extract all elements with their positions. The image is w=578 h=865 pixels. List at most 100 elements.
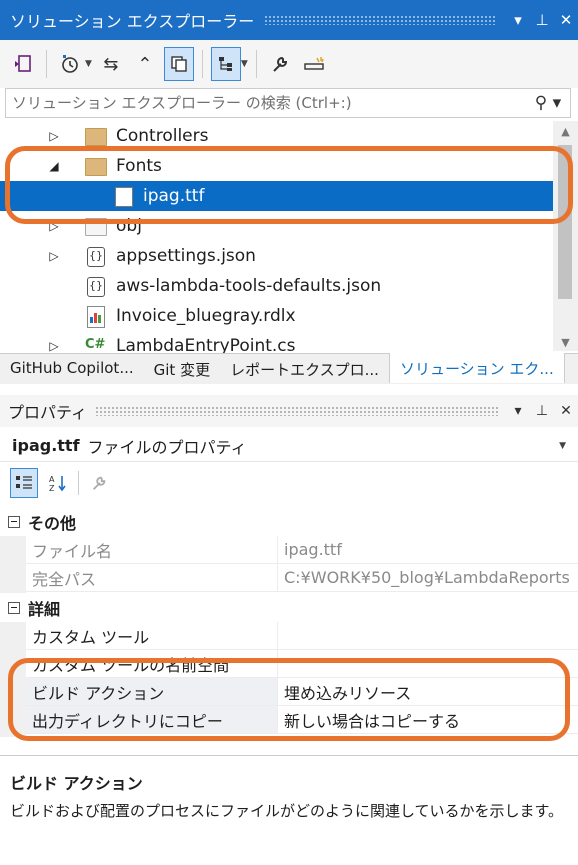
tree-item-invoice-rdlx[interactable]: Invoice_bluegray.rdlx: [0, 301, 553, 331]
property-row-copy-to-output[interactable]: 出力ディレクトリにコピー 新しい場合はコピーする: [26, 706, 578, 734]
sync-active-document-icon[interactable]: ⇆: [96, 47, 126, 81]
expand-arrow-icon[interactable]: ▷: [47, 339, 61, 353]
property-value[interactable]: C:¥WORK¥50_blog¥LambdaReports: [278, 564, 578, 591]
solution-explorer-title: ソリューション エクスプローラー: [10, 12, 255, 31]
expand-arrow-icon[interactable]: ▷: [47, 129, 61, 143]
json-file-icon: {}: [87, 247, 105, 267]
chevron-down-icon[interactable]: ▼: [559, 441, 566, 451]
categorized-icon[interactable]: [10, 468, 38, 498]
property-name: カスタム ツール: [26, 622, 278, 649]
folder-icon: [85, 158, 107, 176]
tree-item-label: Invoice_bluegray.rdlx: [116, 306, 296, 326]
toolbar-separator: [255, 50, 257, 78]
tab-solution-explorer[interactable]: ソリューション エク...: [388, 353, 565, 383]
property-name: 完全パス: [26, 564, 278, 591]
tree-item-label: ipag.ttf: [143, 186, 205, 206]
object-selector[interactable]: ipag.ttf ファイルのプロパティ ▼: [0, 430, 578, 462]
category-label: 詳細: [28, 599, 61, 619]
chevron-down-icon[interactable]: ▼: [241, 59, 248, 69]
window-position-dropdown-icon[interactable]: ▾: [506, 11, 530, 29]
tree-item-label: aws-lambda-tools-defaults.json: [116, 276, 382, 296]
auto-hide-pin-icon[interactable]: ⊥: [530, 11, 554, 29]
properties-toolbar: AZ: [0, 465, 578, 501]
class-view-icon[interactable]: [210, 47, 241, 81]
switch-views-icon[interactable]: [8, 47, 38, 81]
svg-text:A: A: [49, 475, 55, 484]
report-file-icon: [87, 306, 105, 328]
property-grid: その他 ファイル名 ipag.ttf 完全パス C:¥WORK¥50_blog¥…: [0, 507, 578, 740]
show-all-files-icon[interactable]: [163, 47, 194, 81]
titlebar-grip[interactable]: [264, 15, 496, 25]
expand-arrow-icon[interactable]: ▷: [47, 249, 61, 263]
category-advanced[interactable]: 詳細: [0, 593, 578, 622]
close-icon[interactable]: ✕: [554, 403, 578, 419]
preview-selected-items-icon[interactable]: [299, 47, 329, 81]
expand-arrow-icon[interactable]: ▷: [47, 219, 61, 233]
search-input[interactable]: [12, 94, 526, 112]
tree-item-fonts[interactable]: ◢ Fonts: [0, 151, 553, 181]
object-name: ipag.ttf: [12, 436, 80, 455]
tree-item-appsettings[interactable]: ▷ {} appsettings.json: [0, 241, 553, 271]
tree-item-aws-lambda-tools[interactable]: {} aws-lambda-tools-defaults.json: [0, 271, 553, 301]
tree-item-lambda-entry[interactable]: ▷ C# LambdaEntryPoint.cs: [0, 331, 553, 353]
property-name: カスタム ツールの名前空間: [26, 650, 278, 677]
category-label: その他: [28, 513, 77, 533]
property-value[interactable]: [278, 650, 578, 677]
folder-icon: [85, 218, 107, 236]
folder-icon: [85, 128, 107, 146]
scroll-up-icon[interactable]: ▲: [553, 125, 578, 138]
properties-titlebar: プロパティ ▾ ⊥ ✕: [0, 395, 578, 427]
scroll-down-icon[interactable]: ▼: [553, 336, 578, 349]
toolbar-separator: [46, 50, 47, 78]
description-text: ビルドおよび配置のプロセスにファイルがどのように関連しているかを示します。: [10, 802, 564, 820]
window-position-dropdown-icon[interactable]: ▾: [506, 403, 530, 419]
category-misc[interactable]: その他: [0, 507, 578, 536]
property-row-custom-tool[interactable]: カスタム ツール: [26, 622, 578, 650]
property-row-filename[interactable]: ファイル名 ipag.ttf: [26, 536, 578, 564]
toolbar-separator: [201, 50, 203, 78]
property-name: ビルド アクション: [26, 678, 278, 705]
tree-item-obj[interactable]: ▷ obj: [0, 211, 553, 241]
font-file-icon: [115, 187, 133, 207]
solution-explorer-toolbar: ▼ ⇆ ⌃ ▼: [0, 40, 578, 88]
properties-wrench-icon[interactable]: [265, 47, 295, 81]
csharp-file-icon: C#: [85, 337, 106, 352]
property-row-fullpath[interactable]: 完全パス C:¥WORK¥50_blog¥LambdaReports: [26, 564, 578, 592]
collapse-icon[interactable]: [8, 515, 20, 528]
titlebar-grip[interactable]: [95, 406, 498, 416]
tab-git-changes[interactable]: Git 変更: [144, 354, 220, 384]
solution-tree: ▷ Controllers ◢ Fonts ipag.ttf ▷ obj ▷ {…: [0, 121, 553, 353]
tree-item-ipag-ttf[interactable]: ipag.ttf: [0, 181, 553, 211]
svg-text:Z: Z: [49, 484, 55, 492]
solution-explorer-search[interactable]: ⚲ ▾: [5, 88, 571, 118]
tab-report-explorer[interactable]: レポートエクスプロ...: [220, 354, 389, 384]
tree-item-label: Fonts: [116, 156, 162, 176]
collapse-arrow-icon[interactable]: ◢: [47, 159, 61, 173]
property-value[interactable]: ipag.ttf: [278, 536, 578, 563]
property-value[interactable]: 新しい場合はコピーする: [278, 706, 578, 733]
property-description-pane: ビルド アクション ビルドおよび配置のプロセスにファイルがどのように関連している…: [0, 755, 578, 865]
tree-item-label: appsettings.json: [116, 246, 256, 266]
tree-item-label: Controllers: [116, 126, 209, 146]
tree-scrollbar[interactable]: ▲ ▼: [553, 121, 578, 351]
property-pages-wrench-icon[interactable]: [85, 468, 113, 498]
property-row-build-action[interactable]: ビルド アクション 埋め込みリソース: [26, 678, 578, 706]
json-file-icon: {}: [87, 277, 105, 297]
search-icon[interactable]: ⚲ ▾: [526, 93, 570, 113]
solution-explorer-titlebar: ソリューション エクスプローラー ▾ ⊥ ✕: [0, 0, 578, 40]
property-name: 出力ディレクトリにコピー: [26, 706, 278, 733]
alphabetical-icon[interactable]: AZ: [44, 468, 72, 498]
pending-changes-filter-icon[interactable]: [55, 47, 85, 81]
tree-item-controllers[interactable]: ▷ Controllers: [0, 121, 553, 151]
tab-github-copilot[interactable]: GitHub Copilot...: [0, 354, 144, 384]
scrollbar-thumb[interactable]: [558, 145, 572, 299]
property-value[interactable]: 埋め込みリソース: [278, 678, 578, 705]
chevron-down-icon[interactable]: ▼: [85, 59, 92, 69]
close-icon[interactable]: ✕: [554, 11, 578, 29]
collapse-icon[interactable]: [8, 601, 20, 614]
property-value[interactable]: [278, 622, 578, 649]
auto-hide-pin-icon[interactable]: ⊥: [530, 403, 554, 419]
property-row-custom-tool-namespace[interactable]: カスタム ツールの名前空間: [26, 650, 578, 678]
properties-title: プロパティ: [8, 403, 88, 422]
collapse-all-icon[interactable]: ⌃: [130, 47, 160, 81]
